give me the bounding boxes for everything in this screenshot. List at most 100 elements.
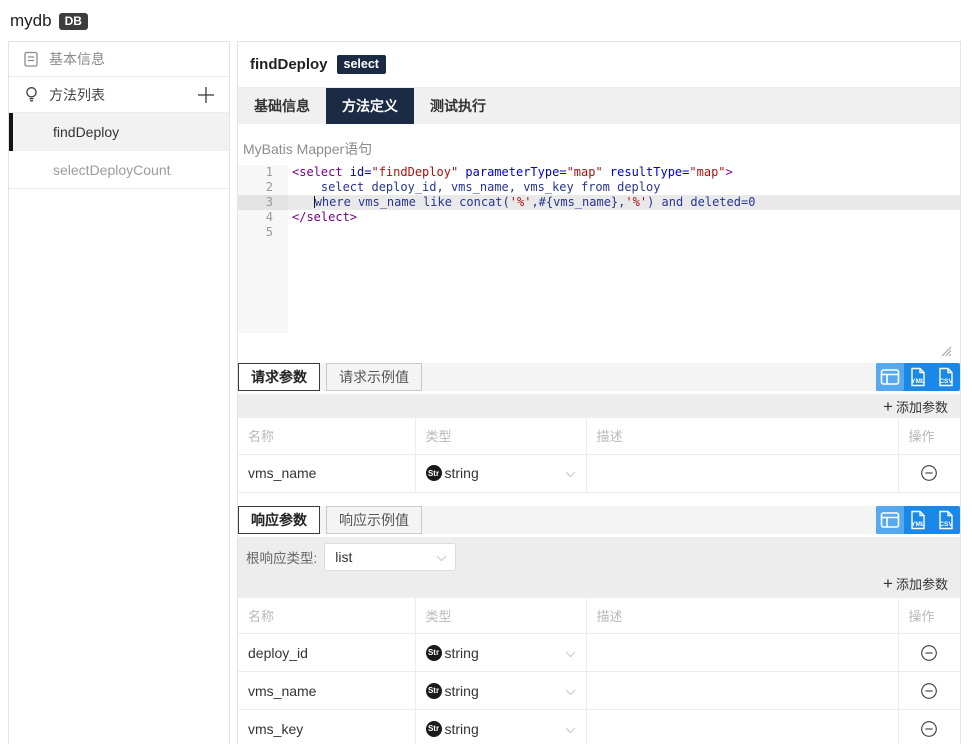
plus-icon: + [883,575,893,592]
response-toolbar: 响应参数 响应示例值 YML CSV [238,506,960,534]
code-token: "map" [567,165,603,179]
method-title: findDeploy [250,56,328,73]
line-number: 5 [238,225,288,240]
line-number: 3 [238,195,288,210]
param-desc-cell[interactable] [586,672,898,710]
request-export-icons: YML CSV [876,363,960,391]
code-token: where vms_name like concat( [315,195,510,209]
table-view-icon[interactable] [876,506,904,534]
param-name-cell[interactable]: vms_name [238,454,415,492]
string-type-icon: Str [426,465,442,481]
csv-export-icon[interactable]: CSV [932,506,960,534]
chevron-down-icon [565,465,576,481]
add-method-button[interactable] [195,84,217,106]
db-type-badge: DB [59,13,88,30]
main-panel: findDeploy select 基础信息 方法定义 测试执行 MyBatis… [237,41,961,744]
param-ops-cell [898,454,960,492]
remove-param-icon[interactable] [920,644,938,662]
tab-method-definition[interactable]: 方法定义 [326,88,414,124]
table-row: vms_key Str string [238,710,960,744]
yml-export-icon[interactable]: YML [904,506,932,534]
string-type-icon: Str [426,683,442,699]
line-number: 2 [238,180,288,195]
code-token: id= [343,165,372,179]
add-param-label: 添加参数 [896,397,948,416]
code-token: ) and deleted=0 [647,195,755,209]
string-type-icon: Str [426,645,442,661]
type-value: string [445,683,479,699]
col-header-name: 名称 [238,598,415,634]
type-value: string [445,721,479,737]
param-type-cell[interactable]: Str string [415,634,586,672]
sidebar-method-selectDeployCount[interactable]: selectDeployCount [9,151,229,189]
string-type-icon: Str [426,721,442,737]
col-header-type: 类型 [415,418,586,454]
param-ops-cell [898,672,960,710]
table-header-row: 名称 类型 描述 操作 [238,598,960,634]
col-header-desc: 描述 [586,598,898,634]
code-token: > [726,165,733,179]
tab-basic-info[interactable]: 基础信息 [238,88,326,124]
yml-export-icon[interactable]: YML [904,363,932,391]
code-line-active: where vms_name like concat('%',#{vms_nam… [288,195,960,210]
table-header-row: 名称 类型 描述 操作 [238,418,960,454]
sql-type-badge: select [337,55,386,74]
col-header-name: 名称 [238,418,415,454]
param-ops-cell [898,634,960,672]
code-token: <select [292,165,343,179]
col-header-ops: 操作 [898,598,960,634]
tab-test-execution[interactable]: 测试执行 [414,88,502,124]
code-token: "map" [689,165,725,179]
remove-param-icon[interactable] [920,682,938,700]
table-view-icon[interactable] [876,363,904,391]
sidebar-item-basic-info[interactable]: 基本信息 [9,42,229,77]
param-name-cell[interactable]: vms_name [238,672,415,710]
editor-code-area[interactable]: <select id="findDeploy" parameterType="m… [288,165,960,333]
request-params-table: 名称 类型 描述 操作 vms_name Str string [238,418,960,493]
svg-text:YML: YML [911,521,925,528]
editor-label: MyBatis Mapper语句 [243,139,960,159]
root-type-value: list [335,549,352,565]
method-title-bar: findDeploy select [238,42,960,88]
svg-text:CSV: CSV [939,378,953,385]
param-ops-cell [898,710,960,744]
sidebar-item-method-list[interactable]: 方法列表 [9,77,229,113]
param-desc-cell[interactable] [586,634,898,672]
request-params-tab[interactable]: 请求参数 [238,363,320,391]
sidebar: 基本信息 方法列表 findDeploy selectDeployCount [8,41,230,744]
param-type-cell[interactable]: Str string [415,672,586,710]
type-value: string [445,645,479,661]
lightbulb-icon [23,86,40,103]
section-gap [238,493,960,506]
remove-param-icon[interactable] [920,720,938,738]
method-name: selectDeployCount [53,162,171,178]
line-number: 1 [238,165,288,180]
remove-param-icon[interactable] [920,464,938,482]
param-type-cell[interactable]: Str string [415,454,586,492]
root-type-select[interactable]: list [324,543,456,571]
chevron-down-icon [436,549,447,565]
param-name-cell[interactable]: vms_key [238,710,415,744]
response-example-tab[interactable]: 响应示例值 [326,506,422,534]
request-example-tab[interactable]: 请求示例值 [326,363,422,391]
param-name-cell[interactable]: deploy_id [238,634,415,672]
param-desc-cell[interactable] [586,454,898,492]
table-row: vms_name Str string [238,672,960,710]
csv-export-icon[interactable]: CSV [932,363,960,391]
response-add-param-button[interactable]: + 添加参数 [246,572,960,596]
app-header: mydb DB [10,6,88,36]
col-header-ops: 操作 [898,418,960,454]
code-editor[interactable]: 1 2 3 4 5 <select id="findDeploy" parame… [238,165,960,333]
code-line [288,225,960,240]
resize-handle-icon[interactable] [938,343,952,357]
request-add-param-button[interactable]: + 添加参数 [238,394,960,418]
chevron-down-icon [565,721,576,737]
response-params-tab[interactable]: 响应参数 [238,506,320,534]
code-token: select deploy_id, vms_name, vms_key from… [292,180,660,194]
param-desc-cell[interactable] [586,710,898,744]
code-line: </select> [288,210,960,225]
document-icon [23,51,40,68]
param-type-cell[interactable]: Str string [415,710,586,744]
sidebar-method-findDeploy[interactable]: findDeploy [9,113,229,151]
editor-spacer [238,333,960,363]
